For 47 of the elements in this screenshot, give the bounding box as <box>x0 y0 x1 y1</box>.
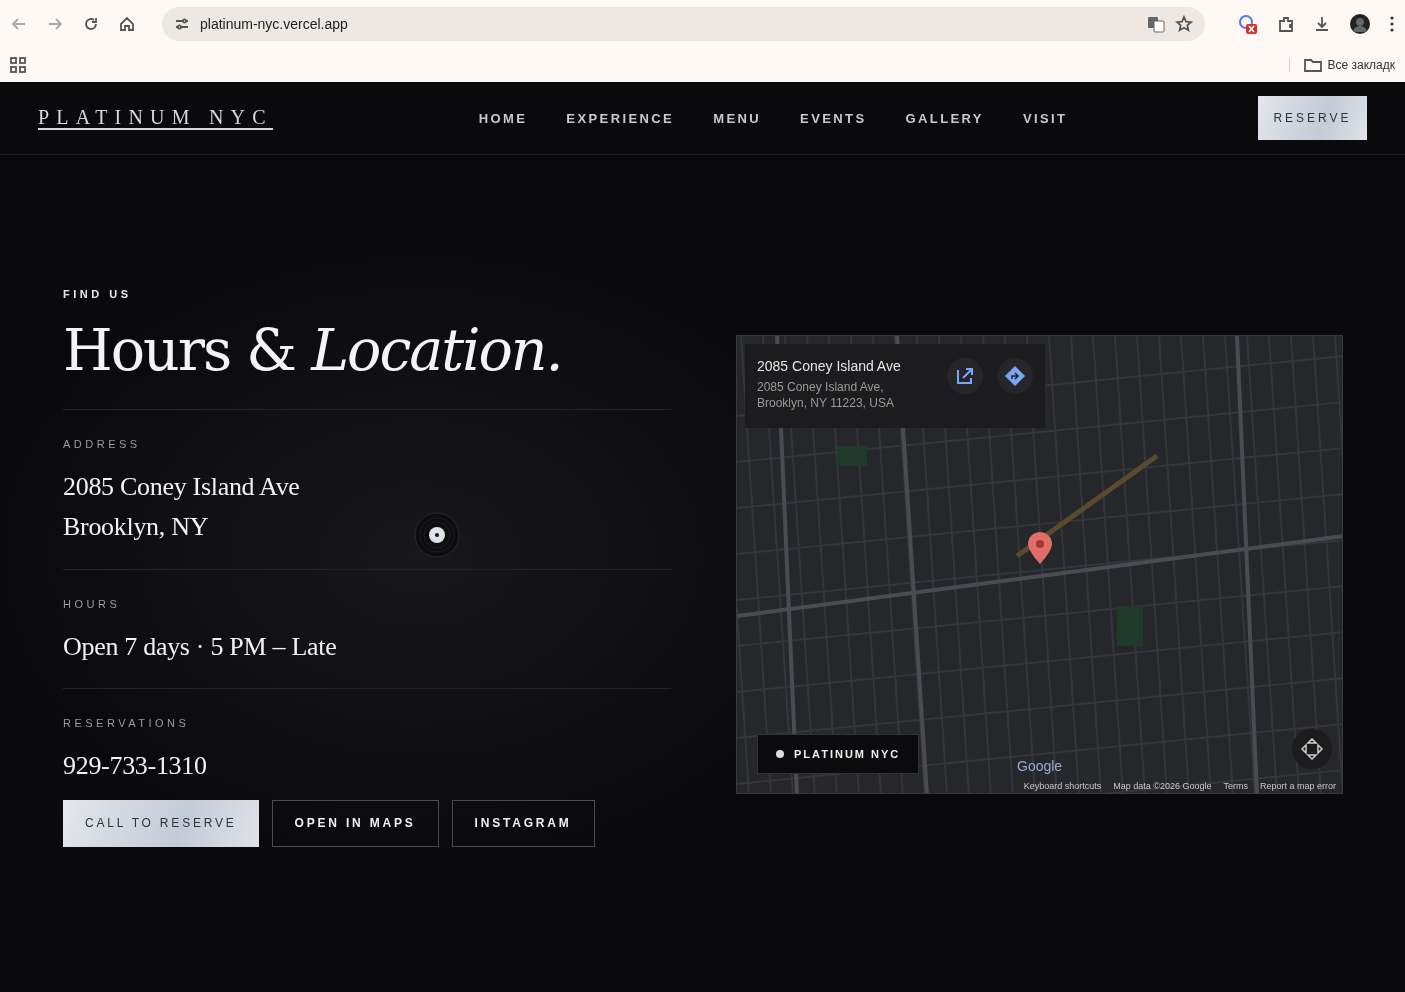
info-label: HOURS <box>63 597 122 610</box>
link-button[interactable]: OPEN IN MAPS <box>271 799 439 847</box>
info-value: 2085 Coney Island Ave <box>63 470 300 503</box>
info-label: ADDRESS <box>63 437 142 450</box>
logo[interactable]: PLATINUM NYC <box>38 106 273 130</box>
site-settings-icon[interactable] <box>174 16 190 32</box>
nav-link[interactable]: HOME <box>478 110 528 126</box>
dot-icon <box>776 750 784 758</box>
home-icon[interactable] <box>118 15 136 33</box>
vinyl-record-icon <box>414 511 460 558</box>
info-value: 929-733-1310 <box>63 749 207 782</box>
map-provider-logo: Google <box>1017 758 1063 774</box>
eyebrow-label: FIND US <box>63 288 133 300</box>
info-value: Open 7 days · 5 PM – Late <box>63 630 337 663</box>
place-address: 2085 Coney Island Ave, <box>757 379 885 395</box>
nav-link[interactable]: GALLERY <box>905 110 984 126</box>
map-footer-link[interactable]: Map data ©2026 Google <box>1113 781 1212 791</box>
address-bar[interactable]: platinum-nyc.vercel.app <box>162 7 1205 41</box>
info-value: Brooklyn, NY <box>63 510 209 543</box>
star-icon[interactable] <box>1175 15 1193 33</box>
directions-icon[interactable] <box>997 358 1033 394</box>
link-button[interactable]: INSTAGRAM <box>451 799 595 847</box>
map-footer-link[interactable]: Terms <box>1223 781 1248 791</box>
fullscreen-icon[interactable] <box>1292 729 1332 769</box>
folder-icon <box>1303 58 1322 72</box>
map-footer-link[interactable]: Report a map error <box>1259 781 1336 791</box>
more-icon[interactable] <box>1389 15 1395 33</box>
nav-link[interactable]: VISIT <box>1022 110 1068 126</box>
nav-link[interactable]: MENU <box>713 110 762 126</box>
map-marker-label: PLATINUM NYC <box>757 734 920 774</box>
place-address: Brooklyn, NY 11223, USA <box>757 395 895 411</box>
external-link-icon[interactable] <box>947 358 983 394</box>
call-button[interactable]: CALL TO RESERVE <box>63 799 259 847</box>
reload-icon[interactable] <box>82 15 100 33</box>
reserve-button[interactable]: RESERVE <box>1258 96 1367 140</box>
map-footer-link[interactable]: Keyboard shortcuts <box>1023 781 1102 791</box>
nav-link[interactable]: EXPERIENCE <box>566 110 675 126</box>
place-title: 2085 Coney Island Ave <box>757 358 901 374</box>
apps-icon[interactable] <box>10 57 26 73</box>
info-label: RESERVATIONS <box>63 716 191 729</box>
map-pin-icon <box>1027 531 1053 565</box>
avatar-icon[interactable] <box>1349 13 1371 35</box>
section-heading: Hours & Location. <box>63 321 563 381</box>
url-text: platinum-nyc.vercel.app <box>200 16 349 32</box>
bookmarks-folder[interactable]: Все закладк <box>1288 58 1395 72</box>
nav-link[interactable]: EVENTS <box>800 110 867 126</box>
download-icon[interactable] <box>1313 15 1331 33</box>
